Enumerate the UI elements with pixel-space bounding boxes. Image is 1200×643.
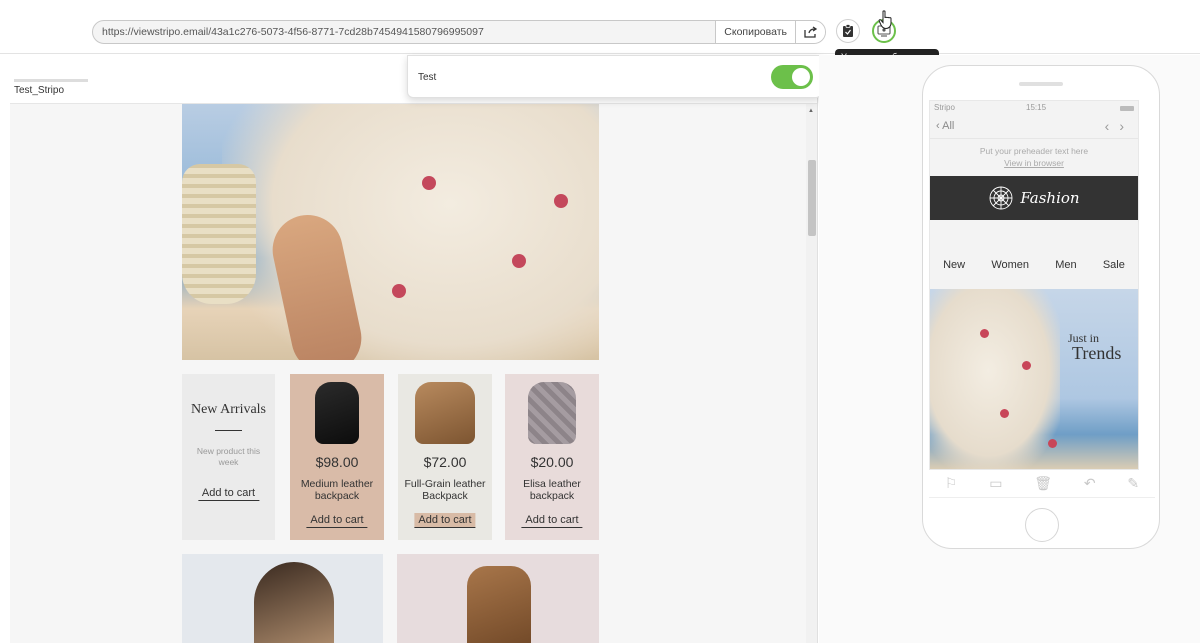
desktop-preview: Test_Stripo New Arrivals New product thi… (10, 66, 818, 643)
clipboard-icon (843, 24, 853, 37)
divider (215, 430, 242, 431)
logo-text: Fashion (1020, 189, 1080, 207)
condition-label: Test (418, 72, 437, 83)
clipboard-button[interactable] (836, 19, 860, 43)
logo-band: Fashion (930, 176, 1138, 220)
product-card: $20.00 Elisa leather backpack Add to car… (505, 374, 599, 540)
hero-caption-big: Trends (1072, 343, 1122, 363)
back-label: All (942, 120, 955, 132)
tab-test-stripo[interactable]: Test_Stripo (14, 85, 64, 96)
flower-print (554, 194, 568, 208)
flower-print (980, 329, 989, 338)
phone-screen: Stripo 15:15 ‹ All ‹› Put your preheader… (929, 100, 1139, 470)
trash-icon[interactable]: 🗑 (1034, 475, 1052, 492)
add-to-cart-button[interactable]: Add to cart (414, 513, 476, 528)
view-in-browser-link[interactable]: View in browser (930, 157, 1138, 169)
flag-icon[interactable]: ⚐ (945, 475, 958, 492)
mobile-preview: Stripo 15:15 ‹ All ‹› Put your preheader… (819, 55, 1200, 643)
mobile-menu: New Women Men Sale (930, 259, 1138, 275)
scroll-up-icon[interactable]: ▲ (808, 108, 814, 114)
product-card: $98.00 Medium leather backpack Add to ca… (290, 374, 384, 540)
hero-image (182, 104, 599, 360)
product-name: Full-Grain leather Backpack (404, 478, 486, 502)
status-time: 15:15 (1026, 103, 1047, 112)
home-button[interactable] (1025, 508, 1059, 542)
banner-image-backpack (397, 554, 599, 643)
add-to-cart-button[interactable]: Add to cart (197, 486, 260, 501)
display-conditions-popup: Test (407, 55, 822, 98)
folder-icon[interactable]: ▭ (989, 475, 1002, 492)
top-bar: https://viewstripo.email/43a1c276-5073-4… (0, 0, 1200, 54)
product-price: $72.00 (423, 454, 467, 470)
product-image (415, 382, 475, 444)
scroll-thumb[interactable] (808, 160, 816, 236)
hand-cursor-icon (878, 10, 892, 30)
add-to-cart-button[interactable]: Add to cart (521, 513, 583, 528)
flower-print (512, 254, 526, 268)
preheader: Put your preheader text here View in bro… (930, 145, 1138, 169)
banner-row (182, 554, 599, 643)
url-text[interactable]: https://viewstripo.email/43a1c276-5073-4… (93, 26, 715, 38)
add-to-cart-button[interactable]: Add to cart (306, 513, 368, 528)
product-price: $98.00 (315, 454, 359, 470)
flower-print (1022, 361, 1031, 370)
phone-frame: Stripo 15:15 ‹ All ‹› Put your preheader… (922, 65, 1160, 549)
banner-image-woman (182, 554, 383, 643)
product-image (315, 382, 359, 444)
back-button[interactable]: ‹ All (936, 120, 954, 132)
flower-print (392, 284, 406, 298)
menu-item-men[interactable]: Men (1055, 259, 1076, 275)
new-arrivals-title: New Arrivals (190, 402, 267, 417)
product-card: $72.00 Full-Grain leather Backpack Add t… (398, 374, 492, 540)
url-field[interactable]: https://viewstripo.email/43a1c276-5073-4… (92, 20, 826, 44)
menu-item-women[interactable]: Women (991, 259, 1029, 275)
dress-shape (930, 289, 1060, 469)
mobile-hero-image: Just in Trends (930, 289, 1138, 469)
reply-icon[interactable]: ↶ (1084, 475, 1096, 492)
menu-item-sale[interactable]: Sale (1103, 259, 1125, 275)
product-name: Elisa leather backpack (523, 478, 581, 502)
preheader-text: Put your preheader text here (979, 146, 1089, 156)
product-row: New Arrivals New product this week Add t… (182, 374, 599, 540)
flower-print (422, 176, 436, 190)
share-button[interactable] (795, 21, 825, 43)
prev-next-arrows-icon[interactable]: ‹› (1105, 118, 1134, 134)
copy-button[interactable]: Скопировать (715, 21, 795, 43)
new-arrivals-subtitle: New product this week (196, 446, 261, 467)
compose-icon[interactable]: ✎ (1127, 475, 1139, 492)
toggle-knob (792, 68, 810, 86)
mobile-scrollbar[interactable] (1138, 139, 1139, 470)
status-bar: Stripo 15:15 (930, 101, 1138, 115)
straw-bag-shape (182, 164, 256, 304)
menu-item-new[interactable]: New (943, 259, 965, 275)
flower-print (1000, 409, 1009, 418)
share-icon (803, 26, 817, 38)
logo-web-icon (989, 186, 1013, 210)
flower-print (1048, 439, 1057, 448)
product-name: Medium leather backpack (300, 478, 374, 502)
tab-indicator (14, 79, 88, 82)
backpack-shape (467, 566, 531, 643)
product-image (528, 382, 576, 444)
new-arrivals-card: New Arrivals New product this week Add t… (182, 374, 275, 540)
mail-toolbar: ⚐ ▭ 🗑 ↶ ✎ (929, 470, 1155, 498)
mail-navbar: ‹ All ‹› (930, 115, 1138, 139)
condition-toggle[interactable] (771, 65, 813, 89)
carrier-label: Stripo (934, 103, 955, 112)
scrollbar[interactable]: ▲ (806, 104, 817, 643)
battery-icon (1120, 106, 1134, 111)
phone-speaker (1019, 82, 1063, 86)
product-price: $20.00 (530, 454, 574, 470)
woman-shape (254, 562, 334, 643)
